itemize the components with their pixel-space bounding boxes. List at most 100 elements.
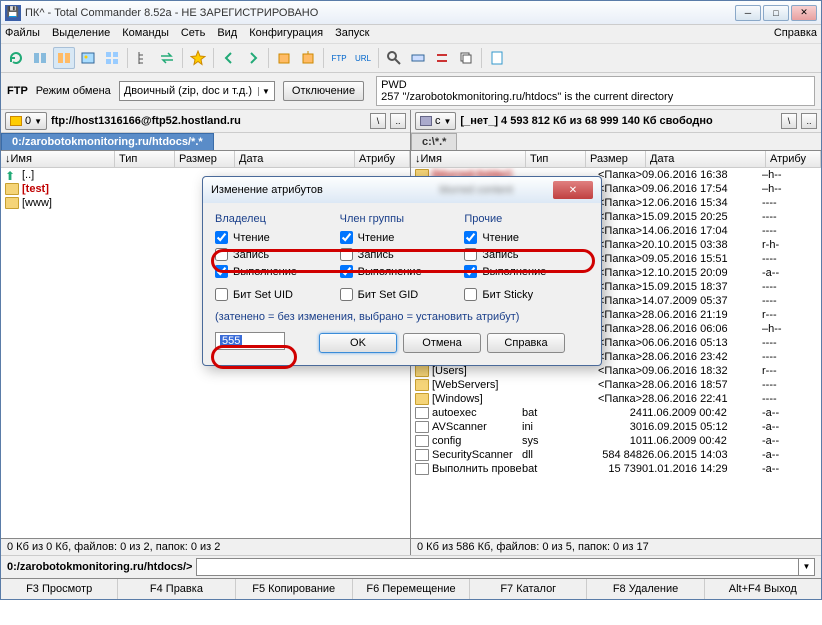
f4-edit[interactable]: F4 Правка	[118, 579, 235, 599]
col-name[interactable]: ↓Имя	[411, 151, 526, 167]
dialog-title: Изменение атрибутов	[211, 184, 430, 196]
list-item[interactable]: [Users]<Папка>09.06.2016 18:32r---	[411, 364, 821, 378]
cancel-button[interactable]: Отмена	[403, 333, 481, 353]
tb-sync-icon[interactable]	[431, 47, 453, 69]
tb-notepad-icon[interactable]	[486, 47, 508, 69]
list-item[interactable]: AVScannerini3016.09.2015 05:12-a--	[411, 420, 821, 434]
f6-move[interactable]: F6 Перемещение	[353, 579, 470, 599]
ftp-drive-icon	[10, 116, 22, 126]
menu-files[interactable]: Файлы	[5, 27, 40, 39]
tb-tree-icon[interactable]	[132, 47, 154, 69]
left-root-button[interactable]: \	[370, 113, 386, 129]
ftp-label: FTP	[7, 85, 28, 97]
tb-pack-icon[interactable]	[273, 47, 295, 69]
group-read-check[interactable]: Чтение	[340, 229, 465, 246]
toolbar: FTP URL	[1, 44, 821, 73]
col-size[interactable]: Размер	[586, 151, 646, 167]
disconnect-button[interactable]: Отключение	[283, 81, 364, 101]
menu-config[interactable]: Конфигурация	[249, 27, 323, 39]
owner-column: Владелец Чтение Запись Выполнение Бит Se…	[215, 213, 340, 303]
col-name[interactable]: ↓Имя	[1, 151, 115, 167]
right-drive-button[interactable]: c ▼	[415, 112, 456, 130]
menu-view[interactable]: Вид	[217, 27, 237, 39]
ok-button[interactable]: OK	[319, 333, 397, 353]
chmod-input[interactable]: 555	[215, 332, 285, 350]
right-tab[interactable]: c:\*.*	[411, 133, 457, 150]
other-exec-check[interactable]: Выполнение	[464, 263, 589, 280]
chevron-down-icon[interactable]: ▼	[798, 559, 814, 575]
tb-forward-icon[interactable]	[242, 47, 264, 69]
left-up-button[interactable]: ..	[390, 113, 406, 129]
list-item[interactable]: configsys1011.06.2009 00:42-a--	[411, 434, 821, 448]
tb-star-icon[interactable]	[187, 47, 209, 69]
group-exec-check[interactable]: Выполнение	[340, 263, 465, 280]
other-write-check[interactable]: Запись	[464, 246, 589, 263]
tb-view2-icon[interactable]	[53, 47, 75, 69]
left-tab[interactable]: 0:/zarobotokmonitoring.ru/htdocs/*.*	[1, 133, 214, 150]
menu-help[interactable]: Справка	[774, 27, 817, 39]
col-date[interactable]: Дата	[235, 151, 355, 167]
owner-exec-check[interactable]: Выполнение	[215, 263, 340, 280]
tb-unpack-icon[interactable]	[297, 47, 319, 69]
right-root-button[interactable]: \	[781, 113, 797, 129]
suid-check[interactable]: Бит Set UID	[215, 286, 340, 303]
tb-copy-icon[interactable]	[455, 47, 477, 69]
owner-read-check[interactable]: Чтение	[215, 229, 340, 246]
sticky-check[interactable]: Бит Sticky	[464, 286, 589, 303]
tb-refresh-icon[interactable]	[5, 47, 27, 69]
menu-commands[interactable]: Команды	[122, 27, 169, 39]
tb-view1-icon[interactable]	[29, 47, 51, 69]
close-button[interactable]: ✕	[791, 5, 817, 21]
tb-swap-icon[interactable]	[156, 47, 178, 69]
altf4-exit[interactable]: Alt+F4 Выход	[705, 579, 821, 599]
hdd-icon	[420, 116, 432, 126]
f5-copy[interactable]: F5 Копирование	[236, 579, 353, 599]
tb-ftp-icon[interactable]: FTP	[328, 47, 350, 69]
chevron-down-icon: ▼	[34, 117, 42, 126]
dialog-close-button[interactable]: ✕	[553, 181, 593, 199]
owner-write-check[interactable]: Запись	[215, 246, 340, 263]
help-button[interactable]: Справка	[487, 333, 565, 353]
tb-rename-icon[interactable]	[407, 47, 429, 69]
col-size[interactable]: Размер	[175, 151, 235, 167]
minimize-button[interactable]: ─	[735, 5, 761, 21]
other-read-check[interactable]: Чтение	[464, 229, 589, 246]
menu-start[interactable]: Запуск	[335, 27, 369, 39]
chevron-down-icon: ▼	[444, 117, 452, 126]
left-drive-button[interactable]: 0 ▼	[5, 112, 47, 130]
right-up-button[interactable]: ..	[801, 113, 817, 129]
maximize-button[interactable]: □	[763, 5, 789, 21]
menu-select[interactable]: Выделение	[52, 27, 110, 39]
menu-net[interactable]: Сеть	[181, 27, 205, 39]
command-input[interactable]: ▼	[196, 558, 815, 576]
group-write-check[interactable]: Запись	[340, 246, 465, 263]
list-item[interactable]: SecurityScannerdll584 84826.06.2015 14:0…	[411, 448, 821, 462]
col-attr[interactable]: Атрибу	[355, 151, 410, 167]
attributes-dialog: Изменение атрибутов blurred content ✕ Вл…	[202, 176, 602, 366]
tb-url-icon[interactable]: URL	[352, 47, 374, 69]
app-icon: 💾	[5, 5, 21, 21]
col-date[interactable]: Дата	[646, 151, 766, 167]
menubar: Файлы Выделение Команды Сеть Вид Конфигу…	[1, 25, 821, 44]
col-type[interactable]: Тип	[115, 151, 175, 167]
folder-icon	[415, 393, 429, 405]
folder-icon	[415, 379, 429, 391]
tb-tiles-icon[interactable]	[101, 47, 123, 69]
folder-icon	[5, 197, 19, 209]
function-keys: F3 Просмотр F4 Правка F5 Копирование F6 …	[1, 578, 821, 599]
tb-search-icon[interactable]	[383, 47, 405, 69]
dialog-title-blurred: blurred content	[440, 184, 513, 196]
list-item[interactable]: [WebServers]<Папка>28.06.2016 18:57----	[411, 378, 821, 392]
col-type[interactable]: Тип	[526, 151, 586, 167]
sgid-check[interactable]: Бит Set GID	[340, 286, 465, 303]
f3-view[interactable]: F3 Просмотр	[1, 579, 118, 599]
col-attr[interactable]: Атрибу	[766, 151, 821, 167]
tb-back-icon[interactable]	[218, 47, 240, 69]
f7-mkdir[interactable]: F7 Каталог	[470, 579, 587, 599]
list-item[interactable]: autoexecbat2411.06.2009 00:42-a--	[411, 406, 821, 420]
list-item[interactable]: Выполнить проверку s..bat15 73901.01.201…	[411, 462, 821, 476]
tb-image-icon[interactable]	[77, 47, 99, 69]
list-item[interactable]: [Windows]<Папка>28.06.2016 22:41----	[411, 392, 821, 406]
f8-delete[interactable]: F8 Удаление	[587, 579, 704, 599]
transfer-mode-combo[interactable]: Двоичный (zip, doc и т.д.) ▼	[119, 81, 275, 101]
